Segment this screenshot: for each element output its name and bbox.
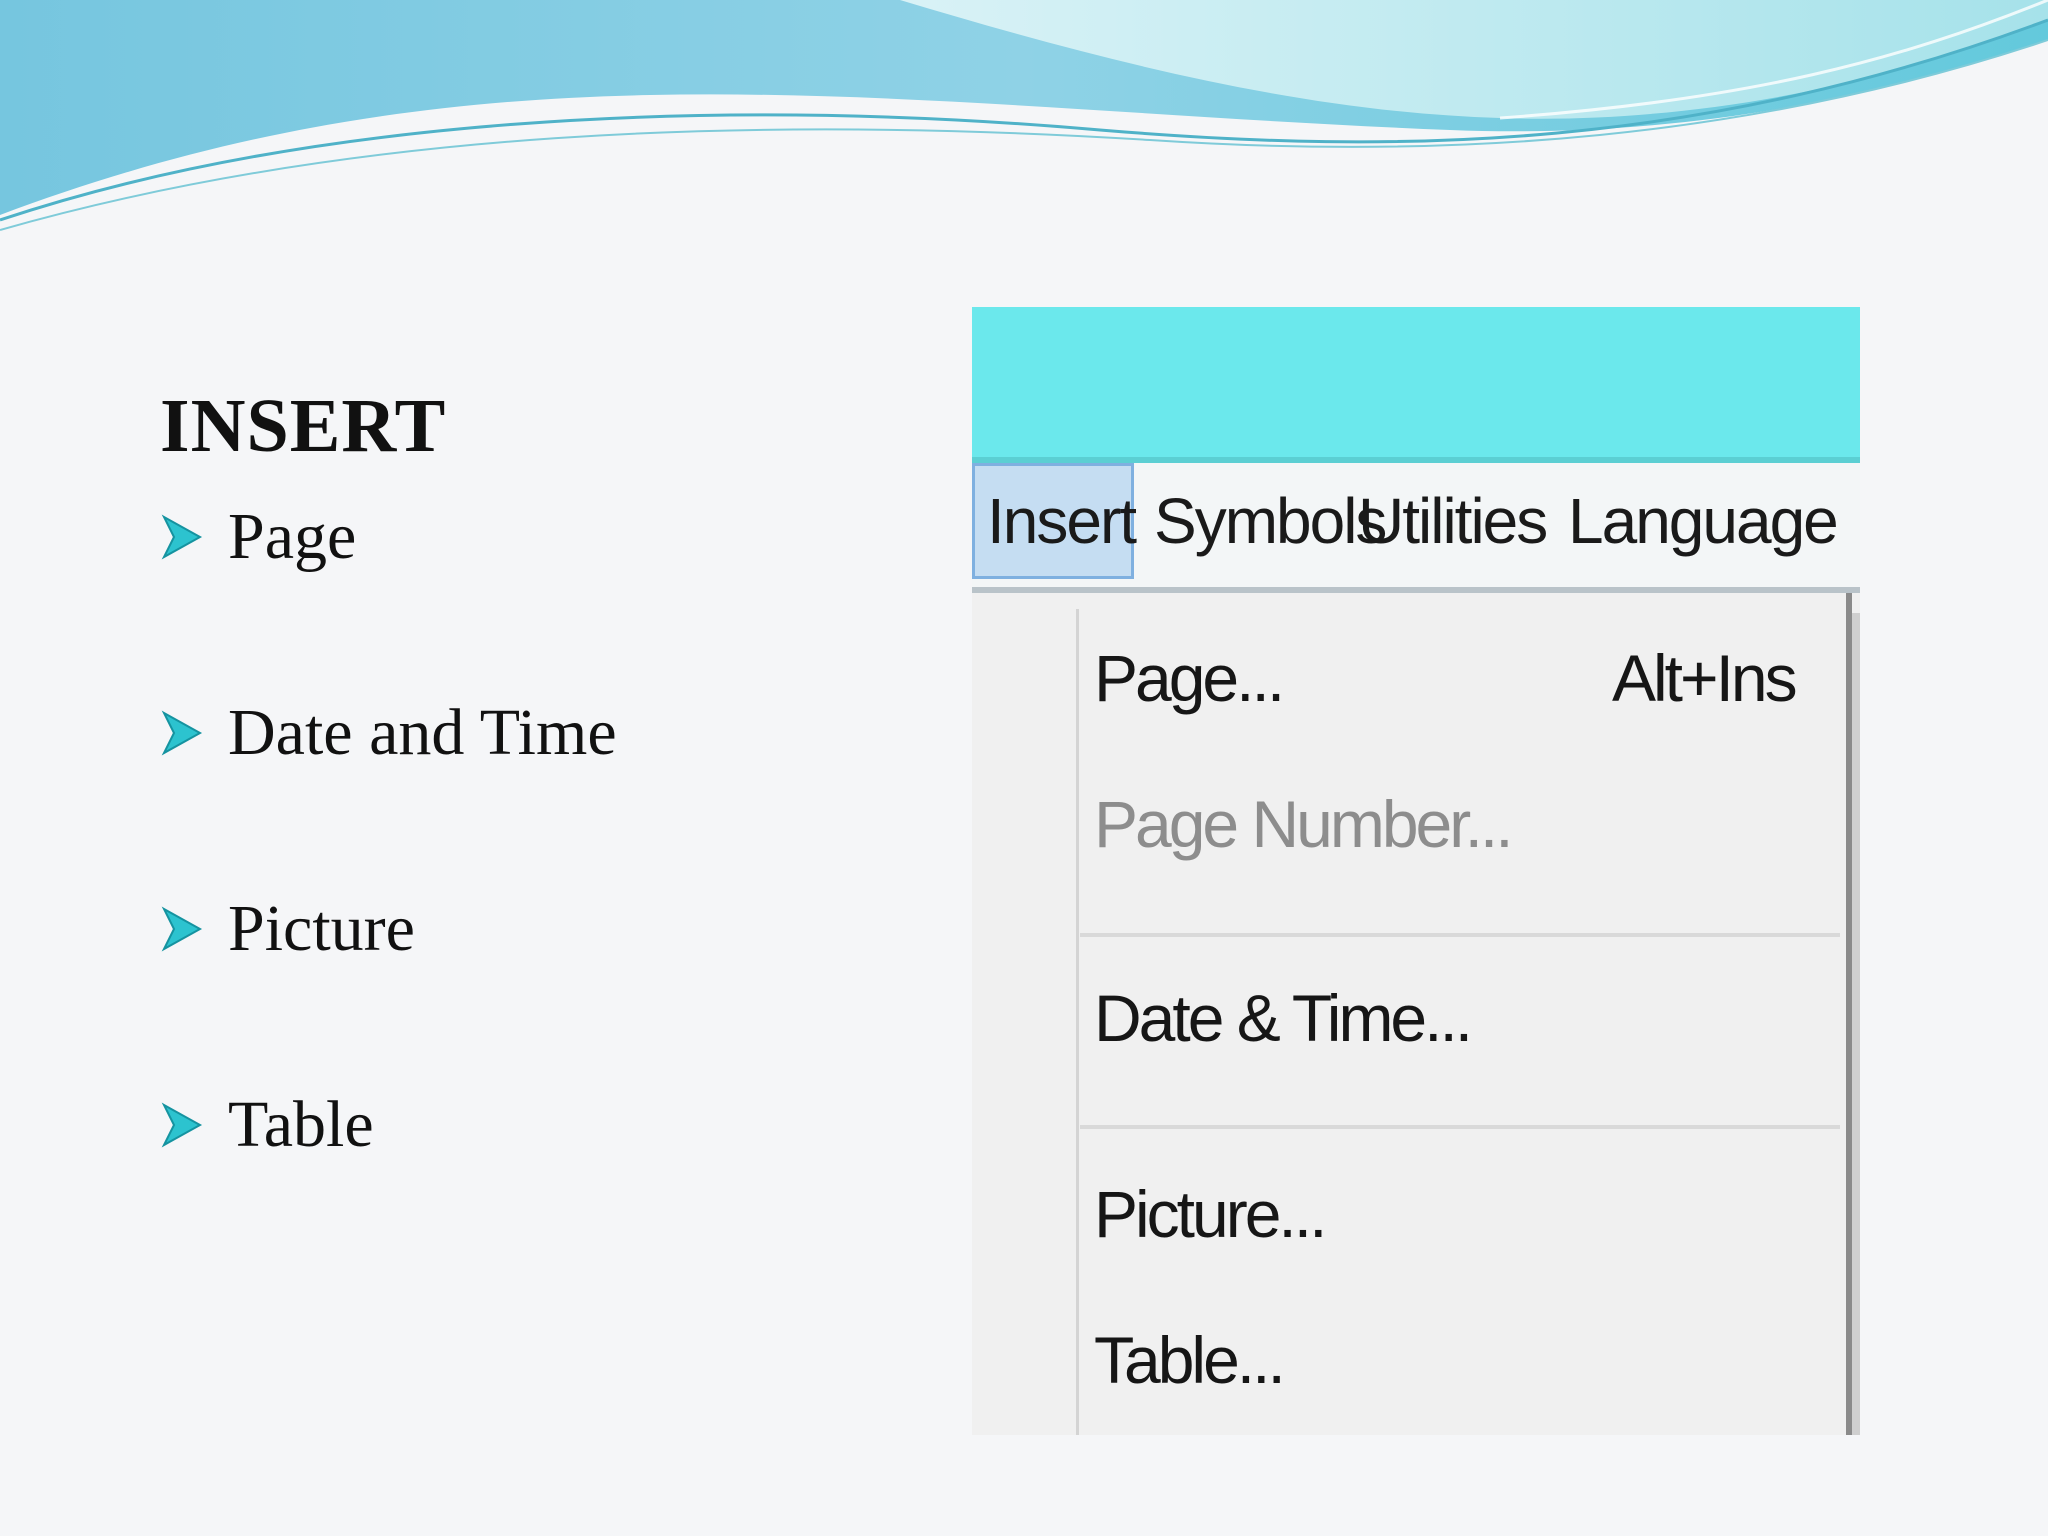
menu-tab-insert[interactable]: Insert (972, 463, 1137, 579)
header-wave-decoration (0, 0, 2048, 231)
menu-tab-utilities[interactable]: Utilities (1346, 463, 1558, 579)
arrow-bullet-icon (161, 1102, 203, 1148)
menu-item-page-shortcut: Alt+Ins (1612, 641, 1798, 715)
bullet-item: Picture (160, 896, 415, 962)
menu-separator (1080, 933, 1840, 937)
menu-tab-language[interactable]: Language (1556, 463, 1849, 579)
dropdown-shadow (1852, 613, 1860, 1435)
bullet-item: Date and Time (160, 700, 617, 766)
menu-separator (1080, 1125, 1840, 1129)
menu-item-page-number: Page Number... (1094, 787, 1514, 861)
menu-item-page[interactable]: Page... (1094, 645, 1285, 711)
menu-item-picture[interactable]: Picture... (1094, 1181, 1327, 1247)
bullet-label: Picture (228, 892, 415, 965)
arrow-bullet-icon (161, 514, 203, 560)
menu-item-date-time[interactable]: Date & Time... (1094, 985, 1473, 1051)
bullet-item: Page (160, 504, 356, 570)
menu-item-table[interactable]: Table... (1094, 1327, 1286, 1393)
slide-title: INSERT (160, 384, 447, 468)
arrow-bullet-icon (161, 710, 203, 756)
bullet-label: Date and Time (228, 696, 617, 769)
bullet-item: Table (160, 1092, 374, 1158)
insert-dropdown-menu: Page... Alt+Ins Page Number... Date & Ti… (972, 593, 1860, 1435)
menu-icon-gutter (1076, 609, 1079, 1435)
arrow-bullet-icon (161, 906, 203, 952)
insert-menu-screenshot: Insert Symbols Utilities Language Page..… (972, 307, 1860, 1435)
menu-bar: Insert Symbols Utilities Language (972, 463, 1860, 593)
window-titlebar (972, 307, 1860, 457)
bullet-label: Page (228, 500, 357, 573)
bullet-label: Table (228, 1088, 374, 1161)
